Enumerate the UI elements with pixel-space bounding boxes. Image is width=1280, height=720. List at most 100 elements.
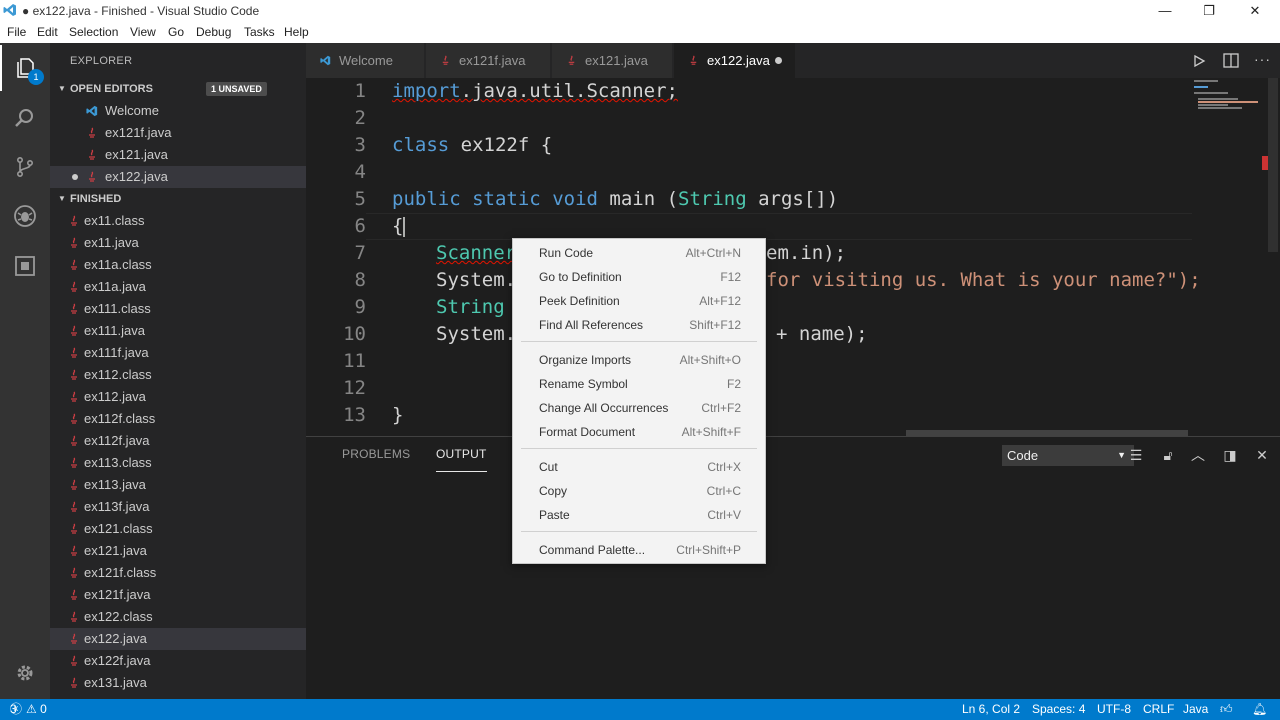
folder-section[interactable]: ▼ FINISHED <box>50 188 306 210</box>
menu-tasks[interactable]: Tasks <box>244 25 275 39</box>
unsaved-dot-icon[interactable] <box>72 174 78 180</box>
file-item[interactable]: ex112.java <box>50 386 306 408</box>
cursor-position[interactable]: Ln 6, Col 2 <box>962 699 1020 720</box>
close-panel-icon[interactable]: ✕ <box>1252 445 1272 465</box>
file-item[interactable]: ex11.java <box>50 232 306 254</box>
tab-ex121f[interactable]: ex121f.java <box>426 43 551 78</box>
menu-selection[interactable]: Selection <box>69 25 118 39</box>
minimize-button[interactable]: — <box>1142 0 1188 22</box>
file-item[interactable]: ex112.class <box>50 364 306 386</box>
vertical-scrollbar[interactable] <box>1268 78 1278 252</box>
file-item[interactable]: ex11a.java <box>50 276 306 298</box>
problems-status[interactable]: ⓧ 3 ⚠ 0 <box>10 699 47 720</box>
menu-item-organize-imports[interactable]: Organize Imports Alt+Shift+O <box>513 348 765 372</box>
output-channel-select[interactable]: Code ▼ <box>1002 445 1134 466</box>
language-mode[interactable]: Java <box>1183 699 1208 720</box>
maximize-button[interactable]: ❐ <box>1186 0 1232 22</box>
chevron-down-icon: ▼ <box>1117 450 1126 460</box>
file-item[interactable]: ex112f.class <box>50 408 306 430</box>
open-editor-label: Welcome <box>105 103 159 118</box>
code-editor[interactable]: 1 2 3 4 5 6 7 8 9 10 11 12 13 import.java.util.Scann… <box>306 78 1280 436</box>
file-item[interactable]: ex131.java <box>50 672 306 694</box>
explorer-sidebar: EXPLORER ▼ OPEN EDITORS 1 UNSAVED Welcom… <box>50 43 306 699</box>
file-label: ex122.java <box>84 631 147 646</box>
tab-ex121[interactable]: ex121.java <box>552 43 673 78</box>
open-editor-ex121f[interactable]: ex121f.java <box>50 122 306 144</box>
open-editor-ex121[interactable]: ex121.java <box>50 144 306 166</box>
tab-ex122[interactable]: ex122.java <box>674 43 796 78</box>
lock-icon[interactable]: 🔓︎ <box>1158 445 1178 465</box>
split-editor-icon[interactable] <box>1223 53 1239 68</box>
menu-item-paste[interactable]: Paste Ctrl+V <box>513 503 765 527</box>
file-item[interactable]: ex113.java <box>50 474 306 496</box>
feedback-icon[interactable]: 👍︎ <box>1220 699 1233 720</box>
debug-activity[interactable] <box>0 193 50 239</box>
menu-item-copy[interactable]: Copy Ctrl+C <box>513 479 765 503</box>
manage-activity[interactable] <box>0 650 50 696</box>
run-icon[interactable] <box>1192 54 1206 68</box>
vscode-file-icon <box>320 55 331 66</box>
file-item[interactable]: ex122f.java <box>50 650 306 672</box>
indentation[interactable]: Spaces: 4 <box>1032 699 1085 720</box>
file-item[interactable]: ex111.java <box>50 320 306 342</box>
file-item[interactable]: ex113.class <box>50 452 306 474</box>
tab-welcome[interactable]: Welcome <box>306 43 425 78</box>
menu-item-change-all-occurrences[interactable]: Change All Occurrences Ctrl+F2 <box>513 396 765 420</box>
file-label: ex11a.class <box>84 257 152 272</box>
file-item[interactable]: ex122.class <box>50 606 306 628</box>
more-actions-icon[interactable]: ··· <box>1254 51 1271 67</box>
open-editor-welcome[interactable]: Welcome <box>50 100 306 122</box>
maximize-panel-icon[interactable]: ︿ <box>1188 445 1208 465</box>
menu-go[interactable]: Go <box>168 25 184 39</box>
menu-item-peek-definition[interactable]: Peek Definition Alt+F12 <box>513 289 765 313</box>
file-item[interactable]: ex122.java <box>50 628 306 650</box>
end-of-line[interactable]: CRLF <box>1143 699 1174 720</box>
file-item[interactable]: ex11a.class <box>50 254 306 276</box>
menu-item-rename-symbol[interactable]: Rename Symbol F2 <box>513 372 765 396</box>
vscode-logo-icon <box>3 4 16 16</box>
file-label: ex122f.java <box>84 653 151 668</box>
encoding[interactable]: UTF-8 <box>1097 699 1131 720</box>
toggle-panel-position-icon[interactable]: ◨ <box>1220 445 1240 465</box>
search-icon <box>15 109 33 127</box>
file-item[interactable]: ex112f.java <box>50 430 306 452</box>
tab-problems[interactable]: PROBLEMS <box>342 447 410 461</box>
tab-output[interactable]: OUTPUT <box>436 447 487 472</box>
menu-view[interactable]: View <box>130 25 156 39</box>
menu-file[interactable]: File <box>7 25 26 39</box>
close-window-button[interactable]: ✕ <box>1232 0 1278 22</box>
clear-output-icon[interactable]: ☰ <box>1126 445 1146 465</box>
menu-item-go-to-definition[interactable]: Go to Definition F12 <box>513 265 765 289</box>
file-item[interactable]: ex121.java <box>50 540 306 562</box>
file-item[interactable]: ex121f.java <box>50 584 306 606</box>
menu-edit[interactable]: Edit <box>37 25 58 39</box>
open-editors-section[interactable]: ▼ OPEN EDITORS 1 UNSAVED <box>50 78 306 100</box>
explorer-activity[interactable]: 1 <box>0 45 50 91</box>
menu-debug[interactable]: Debug <box>196 25 231 39</box>
menu-item-cut[interactable]: Cut Ctrl+X <box>513 455 765 479</box>
notifications-icon[interactable]: 🔔︎ <box>1252 699 1267 720</box>
chevron-down-icon: ▼ <box>58 194 66 203</box>
menu-help[interactable]: Help <box>284 25 309 39</box>
source-control-activity[interactable] <box>0 144 50 190</box>
file-item[interactable]: ex11.class <box>50 210 306 232</box>
tab-label: ex122.java <box>707 53 770 68</box>
file-item[interactable]: ex113f.java <box>50 496 306 518</box>
activity-bar: 1 <box>0 43 50 699</box>
menu-item-find-all-references[interactable]: Find All References Shift+F12 <box>513 313 765 337</box>
menu-item-format-document[interactable]: Format Document Alt+Shift+F <box>513 420 765 444</box>
unsaved-dot-icon[interactable] <box>775 57 782 64</box>
file-label: ex111.class <box>84 301 151 316</box>
search-activity[interactable] <box>0 95 50 141</box>
open-editor-ex122[interactable]: ex122.java <box>50 166 306 188</box>
minimap[interactable] <box>1188 78 1268 436</box>
file-item[interactable]: ex121.class <box>50 518 306 540</box>
file-item[interactable]: ex121f.class <box>50 562 306 584</box>
file-item[interactable]: ex111.class <box>50 298 306 320</box>
menu-item-run-code[interactable]: Run Code Alt+Ctrl+N <box>513 241 765 265</box>
line-number: 10 <box>343 323 366 345</box>
file-item[interactable]: ex111f.java <box>50 342 306 364</box>
java-file-icon <box>71 325 77 336</box>
menu-item-command-palette[interactable]: Command Palette... Ctrl+Shift+P <box>513 538 765 562</box>
extensions-activity[interactable] <box>0 243 50 289</box>
